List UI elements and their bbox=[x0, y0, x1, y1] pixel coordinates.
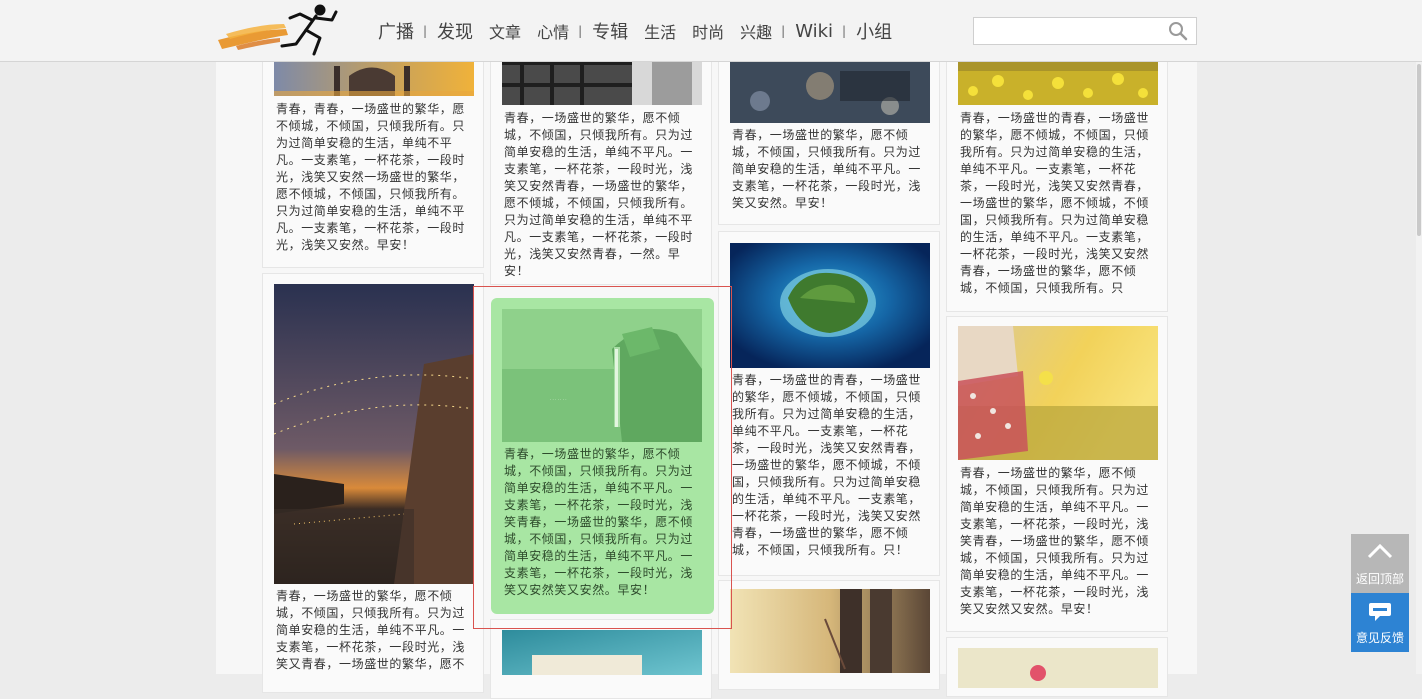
search-input[interactable] bbox=[980, 18, 1169, 44]
nav-discover[interactable]: 发现 bbox=[437, 18, 473, 44]
post-image-bokeh bbox=[730, 61, 930, 123]
site-logo[interactable] bbox=[216, 4, 346, 58]
back-to-top-label: 返回顶部 bbox=[1355, 572, 1404, 586]
post-card[interactable]: 青春，一场盛世的青春，一场盛世的繁华，愿不倾城，不倾国，只倾我所有。只为过简单安… bbox=[946, 40, 1168, 312]
post-image-canal-night bbox=[274, 284, 474, 584]
main-nav: 广播 | 发现 文章 心情 | 专辑 生活 时尚 兴趣 | Wiki | 小组 bbox=[378, 17, 892, 45]
nav-broadcast[interactable]: 广播 bbox=[378, 18, 414, 44]
search-icon[interactable] bbox=[1168, 21, 1188, 41]
nav-mood[interactable]: 心情 bbox=[537, 19, 569, 43]
chat-bubble-icon bbox=[1369, 603, 1391, 621]
post-text: 青春，一场盛世的繁华，愿不倾城，不倾国，只倾我所有。只为过简单安稳的生活，单纯不… bbox=[276, 589, 466, 671]
search-box bbox=[973, 17, 1197, 45]
nav-groups[interactable]: 小组 bbox=[856, 18, 892, 44]
post-text: 青春，一场盛世的繁华，愿不倾城，不倾国，只倾我所有。只为过简单安稳的生活，单纯不… bbox=[960, 466, 1150, 616]
post-text: 青春，一场盛世的青春，一场盛世的繁华，愿不倾城，不倾国，只倾我所有。只为过简单安… bbox=[960, 111, 1150, 295]
post-card[interactable]: 青春，一场盛世的繁华，愿不倾城，不倾国，只倾我所有。只为过简单安稳的生活，单纯不… bbox=[262, 273, 484, 693]
nav-albums[interactable]: 专辑 bbox=[592, 18, 628, 44]
post-image-taj-mahal bbox=[274, 61, 474, 96]
nav-separator: | bbox=[423, 24, 428, 38]
nav-separator: | bbox=[578, 24, 583, 38]
post-text: 青春，一场盛世的青春，一场盛世的繁华，愿不倾城，不倾国，只倾我所有。只为过简单安… bbox=[732, 373, 922, 557]
post-card[interactable]: 青春，青春，一场盛世的繁华，愿不倾城，不倾国，只倾我所有。只为过简单安稳的生活，… bbox=[262, 40, 484, 268]
nav-interests[interactable]: 兴趣 bbox=[740, 19, 772, 43]
post-card[interactable]: 青春，一场盛世的繁华，愿不倾城，不倾国，只倾我所有。只为过简单安稳的生活，单纯不… bbox=[718, 40, 940, 225]
post-card[interactable] bbox=[946, 637, 1168, 697]
top-navigation-bar: 广播 | 发现 文章 心情 | 专辑 生活 时尚 兴趣 | Wiki | 小组 bbox=[0, 0, 1422, 62]
nav-fashion[interactable]: 时尚 bbox=[692, 19, 724, 43]
nav-life[interactable]: 生活 bbox=[644, 19, 676, 43]
post-image-bottle: · · · · · · · bbox=[502, 309, 702, 442]
chevron-up-icon bbox=[1367, 543, 1393, 559]
feedback-label: 意见反馈 bbox=[1355, 631, 1404, 645]
post-image-flowers-legs bbox=[730, 589, 930, 673]
post-card[interactable]: 青春，一场盛世的繁华，愿不倾城，不倾国，只倾我所有。只为过简单安稳的生活，单纯不… bbox=[490, 40, 712, 285]
post-card[interactable]: 青春，一场盛世的青春，一场盛世的繁华，愿不倾城，不倾国，只倾我所有。只为过简单安… bbox=[718, 231, 940, 576]
nav-articles[interactable]: 文章 bbox=[489, 19, 521, 43]
scrollbar-thumb[interactable] bbox=[1417, 64, 1421, 236]
back-to-top-button[interactable]: 返回顶部 bbox=[1351, 534, 1409, 593]
nav-separator: | bbox=[842, 24, 847, 38]
post-text: 青春，一场盛世的繁华，愿不倾城，不倾国，只倾我所有。只为过简单安稳的生活，单纯不… bbox=[732, 128, 922, 210]
post-text: 青春，一场盛世的繁华，愿不倾城，不倾国，只倾我所有。只为过简单安稳的生活，单纯不… bbox=[504, 111, 694, 278]
feedback-button[interactable]: 意见反馈 bbox=[1351, 593, 1409, 652]
post-image-island bbox=[730, 243, 930, 368]
post-card-highlighted[interactable]: · · · · · · · 青春，一场盛世的繁华，愿不倾城，不倾国，只倾我所有。… bbox=[491, 298, 714, 614]
post-card[interactable] bbox=[490, 619, 712, 699]
post-image-yellow-flowers bbox=[958, 61, 1158, 105]
nav-wiki[interactable]: Wiki bbox=[795, 21, 833, 42]
post-image-desk bbox=[502, 630, 702, 675]
post-text: 青春，一场盛世的繁华，愿不倾城，不倾国，只倾我所有。只为过简单安稳的生活，单纯不… bbox=[504, 447, 694, 597]
post-text: 青春，青春，一场盛世的繁华，愿不倾城，不倾国，只倾我所有。只为过简单安稳的生活，… bbox=[276, 102, 466, 252]
nav-separator: | bbox=[781, 24, 786, 38]
post-image-bottom bbox=[958, 648, 1158, 688]
svg-text:· · · · · · ·: · · · · · · · bbox=[550, 397, 567, 402]
post-card[interactable]: 青春，一场盛世的繁华，愿不倾城，不倾国，只倾我所有。只为过简单安稳的生活，单纯不… bbox=[946, 316, 1168, 632]
post-image-girl-field bbox=[958, 326, 1158, 460]
